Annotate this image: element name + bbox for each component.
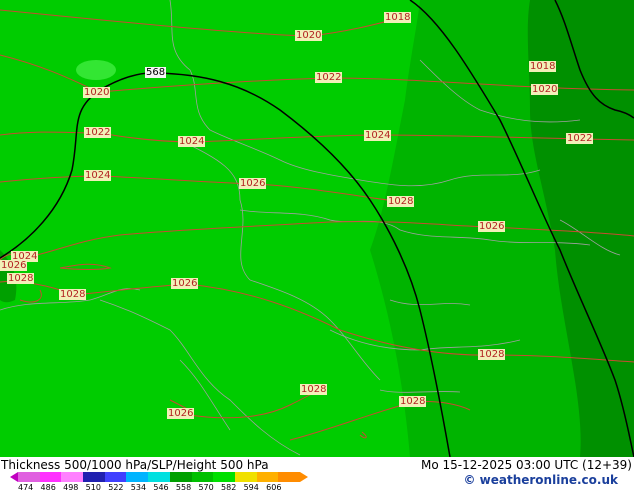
isobar-label: 1022: [84, 127, 112, 138]
scale-swatch: [278, 472, 300, 482]
scale-tick-label: 474: [18, 483, 34, 492]
scale-tick-label: 534: [130, 483, 147, 492]
isobar-label: 1026: [171, 278, 199, 289]
map-title: Thickness 500/1000 hPa/SLP/Height 500 hP…: [1, 458, 269, 472]
scale-swatch: [148, 472, 170, 482]
isobar-label: 1020: [531, 84, 559, 95]
weather-map: 1018 1020 1020 1022 1024 1022 1024 1024 …: [0, 0, 634, 457]
scale-tick-label: 498: [63, 483, 79, 492]
isobar-label: 1028: [387, 196, 415, 207]
isobar-label: 1024: [364, 130, 392, 141]
scale-swatch: [191, 472, 214, 482]
height-label: 568: [145, 67, 167, 78]
isobar-label: 1026: [239, 178, 267, 189]
scale-swatch: [61, 472, 84, 482]
thickness-patch: [76, 60, 116, 80]
scale-swatch: [83, 472, 105, 482]
scale-tick-label: 570: [198, 483, 214, 492]
isobar-label: 1026: [167, 408, 195, 419]
isobar-label: 1018: [529, 61, 557, 72]
scale-swatch: [126, 472, 149, 482]
credit-link[interactable]: © weatheronline.co.uk: [463, 473, 618, 487]
scale-tick-label: 510: [85, 483, 101, 492]
scale-swatch: [213, 472, 235, 482]
valid-time: Mo 15-12-2025 03:00 UTC (12+39): [420, 458, 632, 472]
isobar-label: 1028: [7, 273, 35, 284]
scale-tick-label: 582: [221, 483, 237, 492]
scale-swatch: [169, 472, 192, 482]
isobar-label: 1022: [315, 72, 343, 83]
isobar-label: 1026: [0, 260, 28, 271]
thickness-color-scale: [18, 472, 300, 482]
scale-swatch: [256, 472, 279, 482]
isobar-label: 1028: [300, 384, 328, 395]
isobar-label: 1020: [83, 87, 111, 98]
scale-tick-label: 606: [266, 483, 282, 492]
isobar-label: 1028: [478, 349, 506, 360]
scale-swatch: [39, 472, 62, 482]
isobar-label: 1026: [478, 221, 506, 232]
scale-arrow-left: [10, 472, 18, 482]
isobar-label: 1028: [399, 396, 427, 407]
isobar-label: 1024: [178, 136, 206, 147]
isobar-label: 1024: [84, 170, 112, 181]
scale-swatch: [104, 472, 127, 482]
scale-swatch: [18, 472, 40, 482]
scale-arrow-right: [300, 472, 308, 482]
scale-tick-label: 546: [153, 483, 169, 492]
map-footer: Thickness 500/1000 hPa/SLP/Height 500 hP…: [0, 457, 634, 492]
isobar-label: 1020: [295, 30, 323, 41]
scale-tick-label: 486: [40, 483, 56, 492]
scale-swatch: [234, 472, 257, 482]
isobar-label: 1022: [566, 133, 594, 144]
isobar-label: 1018: [384, 12, 412, 23]
isobar-label: 1028: [59, 289, 87, 300]
scale-tick-label: 594: [243, 483, 259, 492]
scale-tick-label: 558: [175, 483, 192, 492]
scale-tick-label: 522: [108, 483, 124, 492]
